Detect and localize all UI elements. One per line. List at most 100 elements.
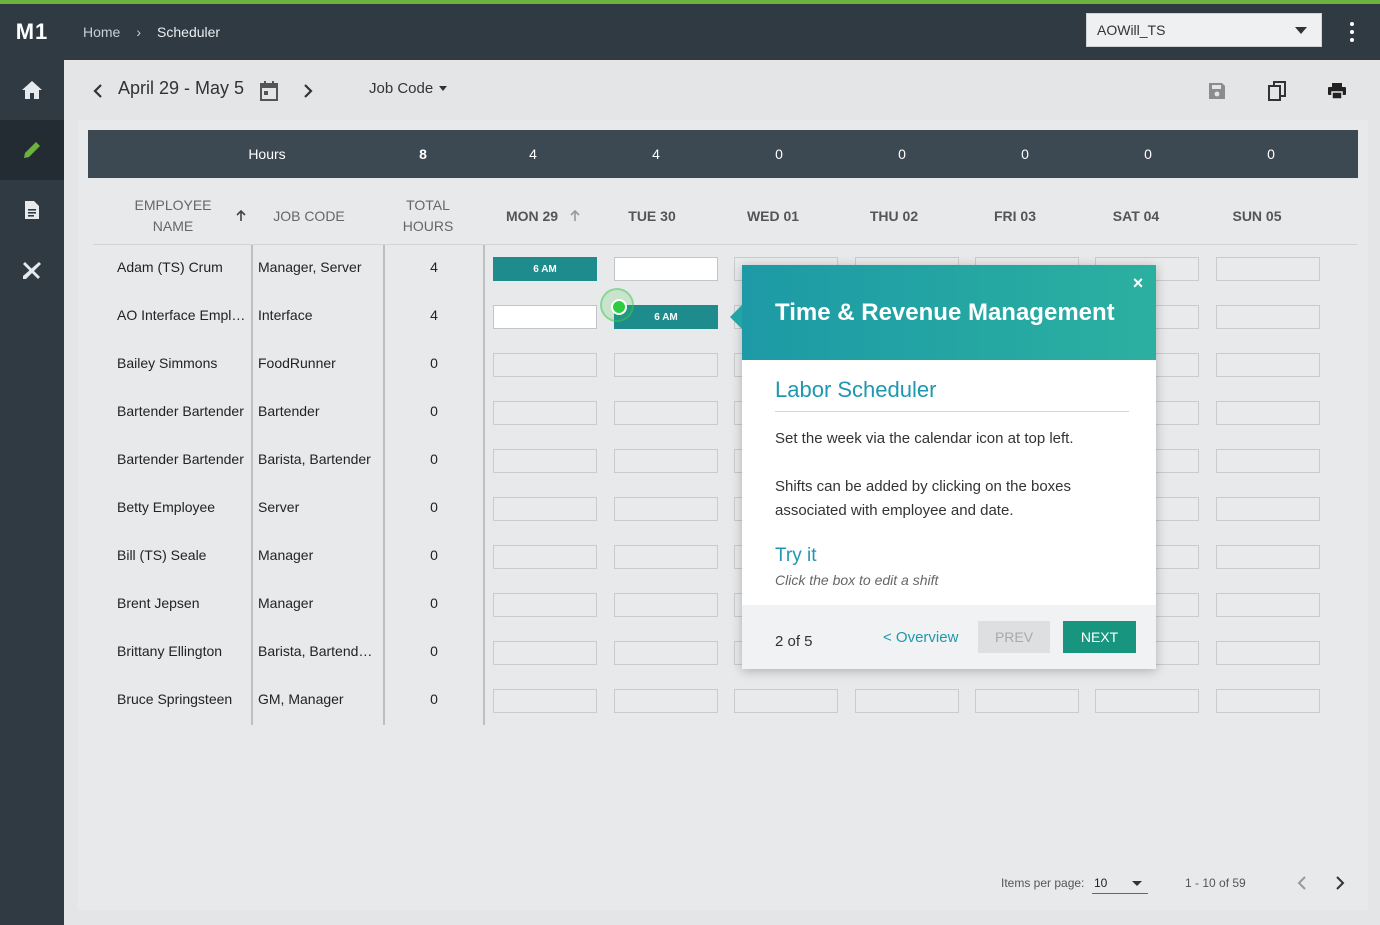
nav-reports[interactable] [0, 180, 64, 240]
day-header-thu[interactable]: THU 02 [854, 206, 934, 227]
next-week-button[interactable] [298, 80, 318, 102]
prev-button[interactable]: PREV [978, 621, 1050, 653]
table-row: Brittany Ellington Barista, Bartender, Se… [78, 629, 1368, 677]
day-header-fri[interactable]: FRI 03 [975, 206, 1055, 227]
job-code: Interface [258, 307, 313, 323]
close-icon[interactable]: × [1130, 274, 1146, 292]
nav-settings[interactable] [0, 240, 64, 300]
sort-asc-button[interactable] [234, 208, 248, 224]
shift-cell[interactable] [1216, 449, 1320, 473]
employee-name[interactable]: Bill (TS) Seale [117, 547, 249, 563]
shift-cell[interactable] [493, 641, 597, 665]
employee-name[interactable]: Bartender Bartender [117, 403, 249, 419]
tour-hotspot-icon[interactable] [600, 288, 634, 322]
arrow-up-icon [236, 210, 246, 221]
shift-cell[interactable] [614, 641, 718, 665]
items-per-page-select[interactable]: 10 [1092, 872, 1148, 894]
job-code-header[interactable]: JOB CODE [266, 206, 352, 227]
shift-cell[interactable] [1216, 257, 1320, 281]
save-button[interactable] [1206, 80, 1228, 102]
location-select-value: AOWill_TS [1097, 22, 1166, 38]
employee-name[interactable]: Bruce Springsteen [117, 691, 249, 707]
app-logo[interactable]: M1 [0, 4, 64, 60]
shift-cell[interactable] [614, 353, 718, 377]
shift-cell[interactable] [1095, 689, 1199, 713]
popover-title: Time & Revenue Management [775, 299, 1115, 326]
prev-page-button[interactable] [1292, 872, 1312, 894]
employee-name[interactable]: AO Interface Employee [117, 307, 249, 323]
shift-cell[interactable] [1216, 545, 1320, 569]
next-button[interactable]: NEXT [1063, 621, 1136, 653]
shift-cell[interactable] [493, 545, 597, 569]
shift-cell[interactable] [1216, 305, 1320, 329]
total-hours: 4 [430, 259, 438, 275]
items-per-page-value: 10 [1094, 876, 1108, 890]
shift-cell[interactable] [493, 401, 597, 425]
shift-cell[interactable] [614, 449, 718, 473]
shift-cell[interactable] [493, 305, 597, 329]
shift-cell[interactable] [1216, 497, 1320, 521]
caret-down-icon [1295, 27, 1307, 34]
total-hours: 0 [430, 691, 438, 707]
job-code: GM, Manager [258, 691, 344, 707]
nav-scheduler[interactable] [0, 120, 64, 180]
try-it-heading: Try it [775, 545, 817, 566]
employee-name[interactable]: Betty Employee [117, 499, 249, 515]
shift-cell[interactable] [614, 497, 718, 521]
shift-cell[interactable] [493, 497, 597, 521]
day-header-tue[interactable]: TUE 30 [612, 206, 692, 227]
employee-name[interactable]: Bartender Bartender [117, 451, 249, 467]
location-select[interactable]: AOWill_TS [1086, 13, 1322, 47]
shift-block[interactable]: 6 AM [493, 257, 597, 281]
shift-cell[interactable] [493, 449, 597, 473]
shift-cell[interactable] [1216, 641, 1320, 665]
shift-cell[interactable] [493, 353, 597, 377]
shift-cell[interactable] [1216, 401, 1320, 425]
shift-cell[interactable] [493, 689, 597, 713]
shift-cell[interactable] [975, 689, 1079, 713]
copy-button[interactable] [1266, 80, 1288, 102]
job-code: Manager [258, 547, 314, 563]
main-content: April 29 - May 5 Job Code Hours 8 4 4 0 … [64, 60, 1380, 925]
overview-link[interactable]: < Overview [883, 629, 958, 646]
shift-cell[interactable] [614, 545, 718, 569]
employee-name[interactable]: Brent Jepsen [117, 595, 249, 611]
shift-cell[interactable] [614, 257, 718, 281]
sort-day-button[interactable] [568, 208, 582, 224]
hours-day: 4 [529, 146, 537, 162]
day-header-wed[interactable]: WED 01 [733, 206, 813, 227]
total-hours-header[interactable]: TOTAL HOURS [388, 195, 468, 237]
employee-name[interactable]: Adam (TS) Crum [117, 259, 249, 275]
shift-cell[interactable] [1216, 353, 1320, 377]
calendar-button[interactable] [258, 79, 280, 103]
top-bar: M1 Home › Scheduler AOWill_TS [0, 4, 1380, 60]
total-hours: 0 [430, 451, 438, 467]
shift-cell[interactable] [614, 689, 718, 713]
more-menu-icon[interactable] [1340, 20, 1364, 44]
employee-name-header[interactable]: EMPLOYEE NAME [118, 195, 228, 237]
breadcrumb: Home › Scheduler [83, 4, 220, 60]
shift-cell[interactable] [493, 593, 597, 617]
prev-week-button[interactable] [88, 80, 108, 102]
date-range-label: April 29 - May 5 [118, 78, 245, 98]
group-by-dropdown[interactable]: Job Code [369, 80, 448, 97]
employee-name[interactable]: Bailey Simmons [117, 355, 249, 371]
shift-cell[interactable] [614, 401, 718, 425]
shift-cell[interactable] [855, 689, 959, 713]
items-per-page-label: Items per page: [1001, 876, 1085, 890]
employee-name[interactable]: Brittany Ellington [117, 643, 249, 659]
shift-cell[interactable] [734, 689, 838, 713]
next-page-button[interactable] [1330, 872, 1350, 894]
breadcrumb-home[interactable]: Home [83, 24, 120, 40]
nav-home[interactable] [0, 60, 64, 120]
job-code: Barista, Bartender, Server [258, 643, 376, 659]
shift-cell[interactable] [1216, 593, 1320, 617]
day-header-sat[interactable]: SAT 04 [1096, 206, 1176, 227]
print-button[interactable] [1326, 80, 1348, 102]
group-by-label: Job Code [369, 80, 434, 97]
job-code: Bartender [258, 403, 320, 419]
day-header-mon[interactable]: MON 29 [492, 206, 572, 227]
day-header-sun[interactable]: SUN 05 [1217, 206, 1297, 227]
shift-cell[interactable] [614, 593, 718, 617]
shift-cell[interactable] [1216, 689, 1320, 713]
